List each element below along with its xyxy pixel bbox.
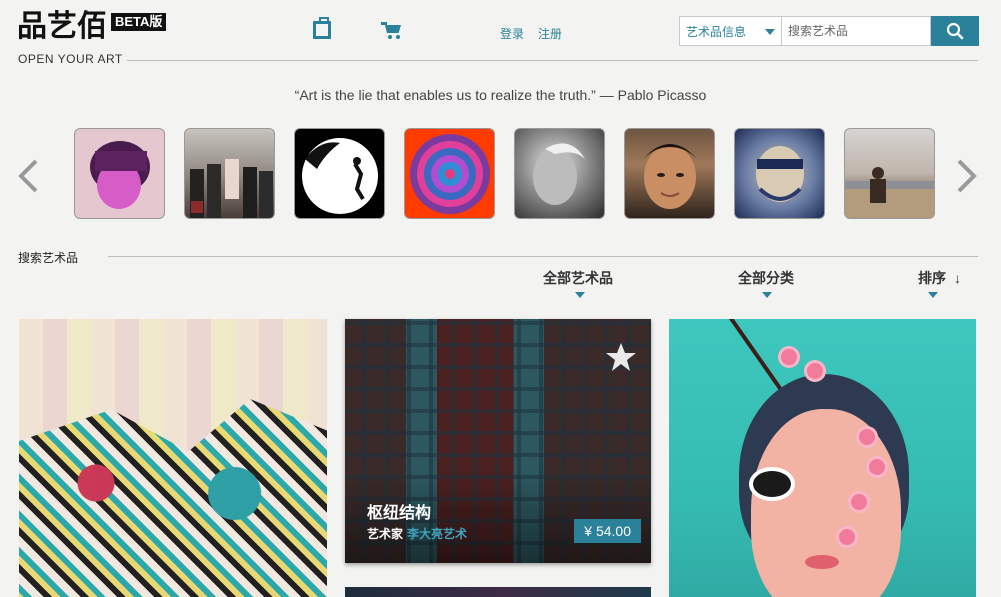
artwork-card[interactable]	[669, 319, 976, 597]
quote-banner: “Art is the lie that enables us to reali…	[294, 87, 707, 103]
cart-icon[interactable]	[380, 18, 404, 42]
register-link[interactable]: 注册	[538, 25, 562, 42]
auth-links: 登录 注册	[500, 25, 562, 42]
artwork-artist: 艺术家 李大亮艺术	[367, 525, 467, 542]
login-link[interactable]: 登录	[500, 25, 524, 42]
artwork-card[interactable]: 枢纽结构 艺术家 李大亮艺术 ¥ 54.00	[345, 319, 651, 563]
section-divider	[108, 256, 978, 257]
search-input[interactable]	[781, 16, 931, 46]
artist-thumbnail[interactable]	[294, 128, 385, 219]
artist-thumbnail[interactable]	[734, 128, 825, 219]
section-title: 搜索艺术品	[18, 251, 79, 265]
beta-badge: BETA版	[111, 13, 167, 31]
artwork-card[interactable]	[345, 587, 651, 597]
carousel-next-icon[interactable]	[955, 158, 979, 194]
filter-label: 排序	[918, 270, 946, 286]
artist-thumbnail[interactable]	[624, 128, 715, 219]
star-icon[interactable]	[605, 341, 637, 373]
search-category-select[interactable]: 艺术品信息	[679, 16, 781, 46]
artwork-card[interactable]	[19, 319, 327, 597]
artwork-image	[19, 399, 327, 597]
artwork-title[interactable]: 枢纽结构	[367, 499, 431, 523]
sort-dropdown[interactable]: 排序 ↓	[918, 268, 961, 298]
price-badge: ¥ 54.00	[574, 519, 641, 543]
filter-label: 全部艺术品	[543, 270, 613, 286]
filter-label: 全部分类	[738, 270, 794, 286]
caret-down-icon	[928, 292, 938, 298]
artist-label: 艺术家	[367, 527, 404, 541]
search-icon	[946, 22, 964, 40]
search-bar: 艺术品信息	[679, 16, 979, 46]
filter-all-artworks[interactable]: 全部艺术品	[543, 268, 613, 298]
search-button[interactable]	[931, 16, 979, 46]
artist-thumbnail[interactable]	[404, 128, 495, 219]
caret-down-icon	[575, 292, 585, 298]
artist-carousel	[74, 128, 935, 219]
artist-name-link[interactable]: 李大亮艺术	[407, 527, 467, 541]
chevron-down-icon	[765, 29, 775, 35]
logo-mark: 品艺佰	[17, 9, 107, 44]
artist-thumbnail[interactable]	[184, 128, 275, 219]
tagline: OPEN YOUR ART	[18, 52, 123, 66]
caret-down-icon	[762, 292, 772, 298]
carousel-prev-icon[interactable]	[16, 158, 40, 194]
collection-icon[interactable]	[310, 17, 334, 42]
artist-thumbnail[interactable]	[74, 128, 165, 219]
artist-thumbnail[interactable]	[514, 128, 605, 219]
header-divider	[127, 60, 978, 61]
site-logo[interactable]: 品艺佰 BETA版	[17, 9, 167, 44]
filter-all-categories[interactable]: 全部分类	[738, 268, 794, 298]
bag-icon-shape	[313, 17, 331, 39]
artist-thumbnail[interactable]	[844, 128, 935, 219]
search-category-value: 艺术品信息	[686, 24, 747, 39]
arrow-down-icon: ↓	[954, 270, 961, 286]
